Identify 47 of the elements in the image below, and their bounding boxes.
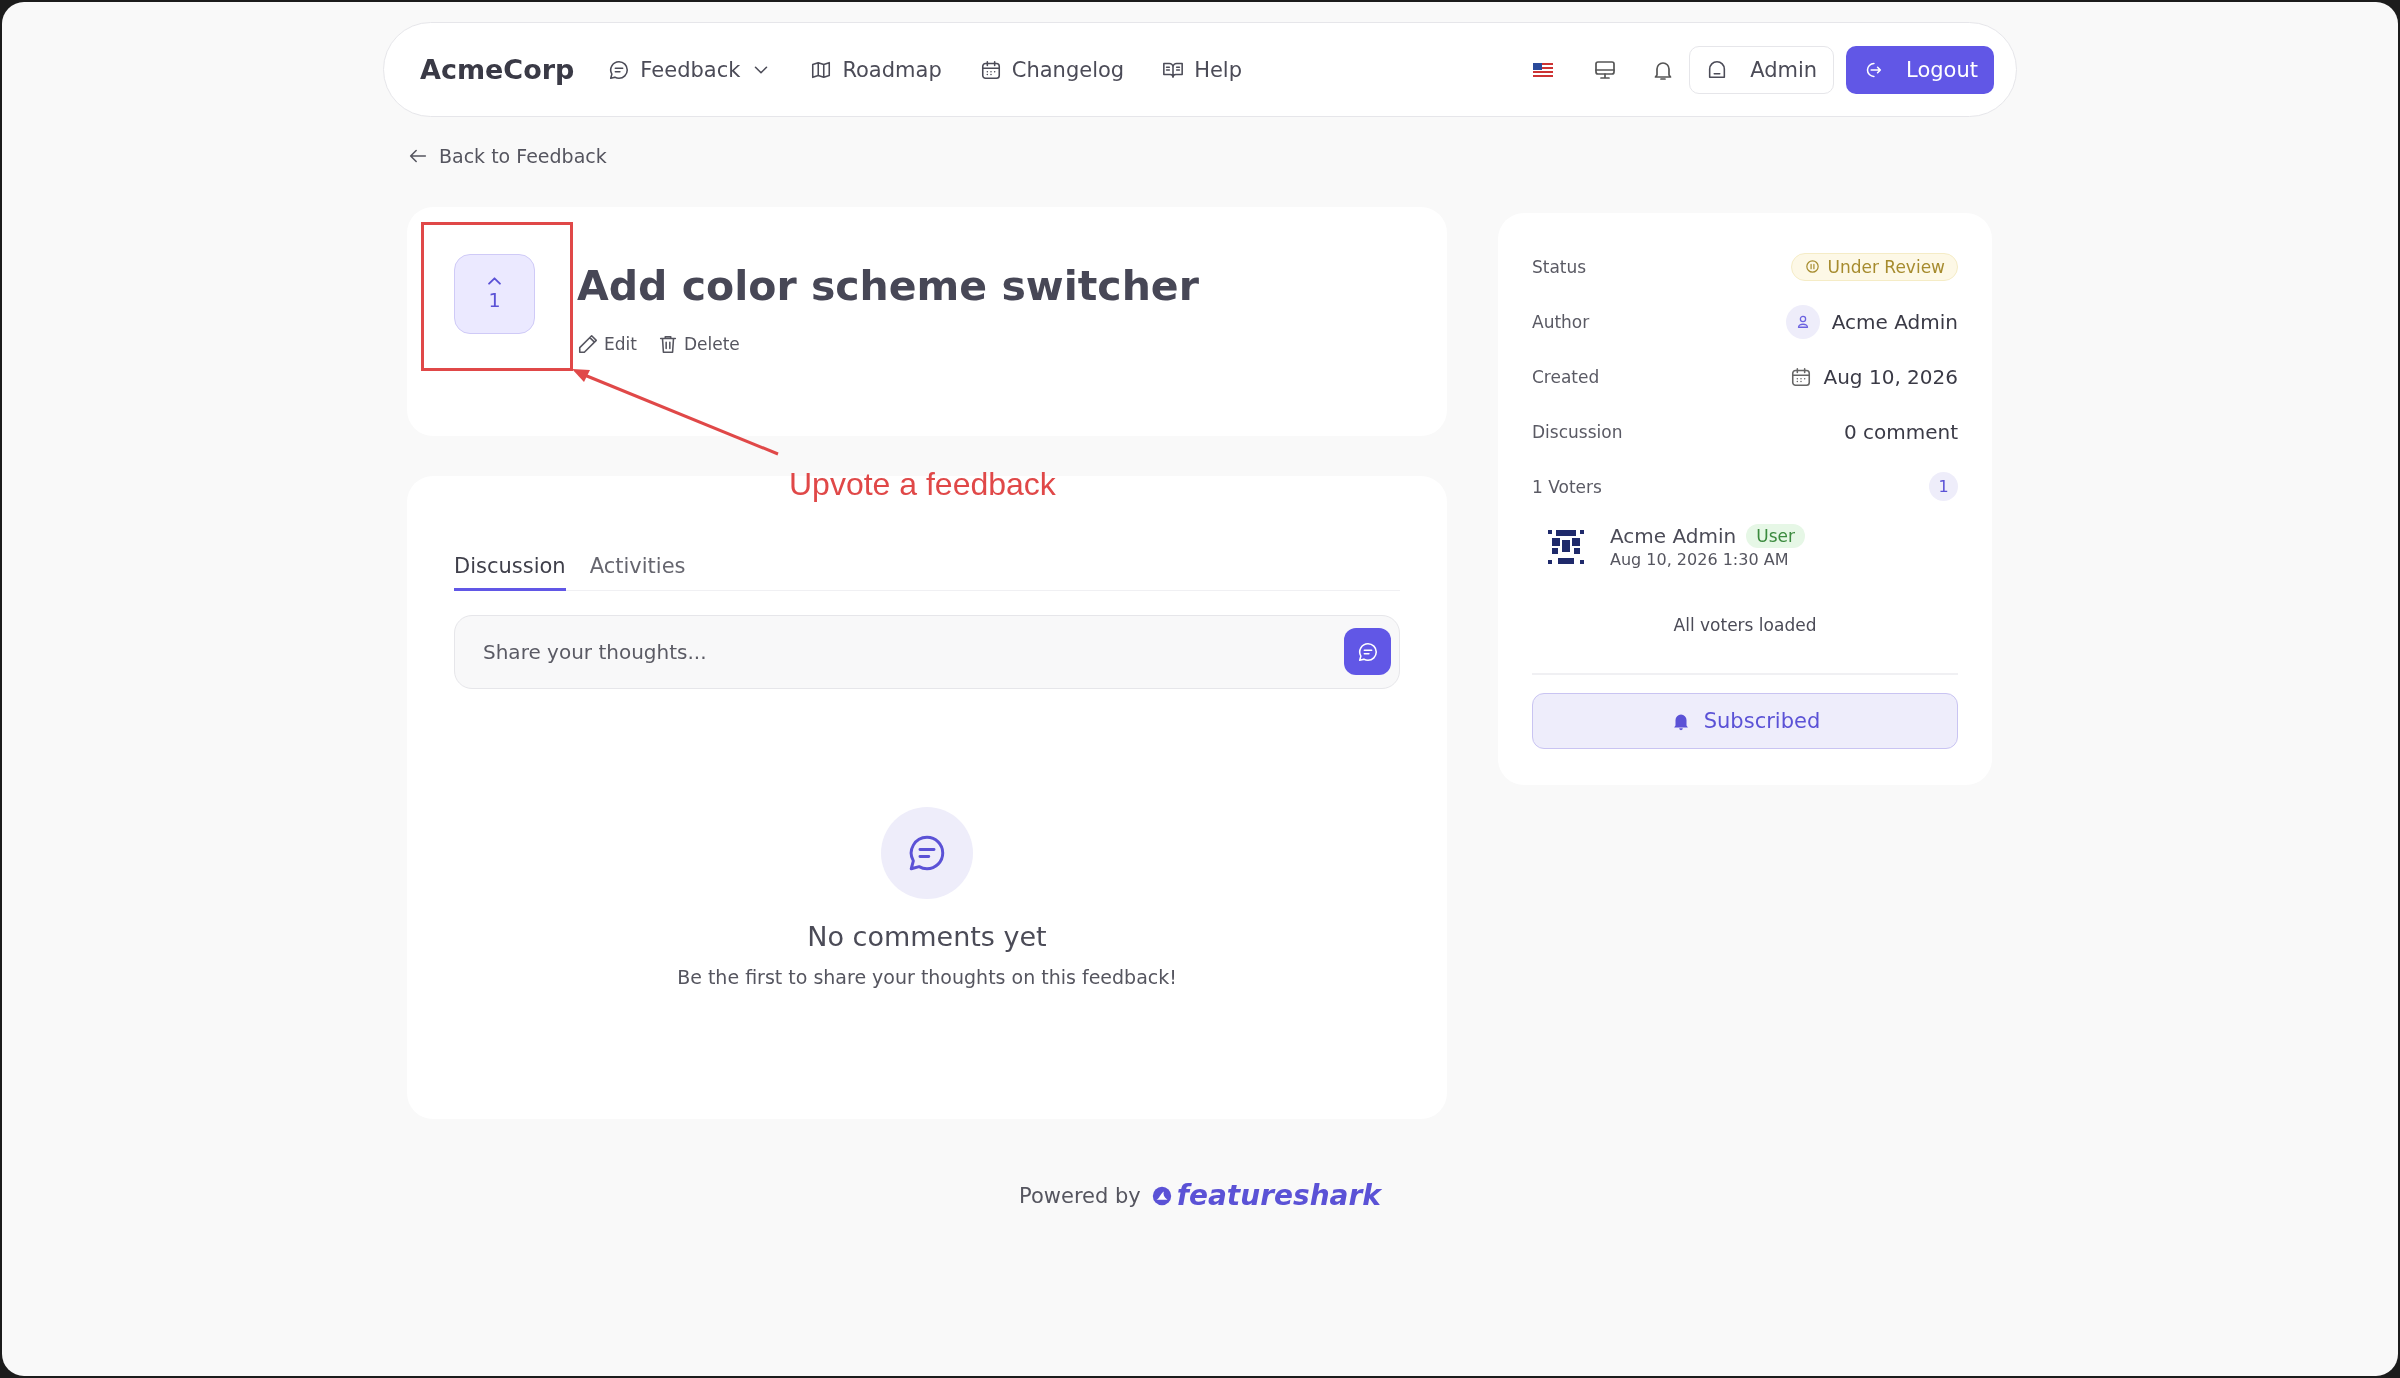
logout-button[interactable]: Logout [1846,45,1994,94]
pause-circle-icon [1804,258,1822,275]
detail-label: Status [1532,256,1587,277]
chevron-up-icon [488,277,501,285]
role-badge: User [1746,523,1805,548]
pencil-icon [577,333,599,356]
shark-fin-icon [1150,1184,1173,1207]
feedback-title: Add color scheme switcher [577,262,1199,312]
chat-bubble-icon [608,58,631,81]
detail-label: Created [1532,366,1600,387]
send-button[interactable] [1344,628,1391,675]
edit-button[interactable]: Edit [577,333,637,356]
tab[interactable]: Activities [589,554,686,591]
user-avatar-icon [1785,304,1820,339]
calendar-icon [1789,365,1812,388]
annotation-label: Upvote a feedback [789,466,1056,503]
nav-link[interactable]: Help [1162,57,1243,82]
delete-button[interactable]: Delete [656,333,740,356]
detail-label: Author [1532,311,1590,332]
empty-title: No comments yet [807,920,1047,952]
status-badge: Under Review [1791,252,1958,281]
comment-box[interactable]: Share your thoughts... [454,614,1400,689]
chat-bubble-icon [1356,640,1379,663]
detail-value: Acme Admin [1831,309,1958,334]
detail-value: Aug 10, 2026 [1823,364,1958,389]
user-button[interactable]: Admin [1689,45,1835,94]
subscribe-button[interactable]: Subscribed [1532,692,1958,749]
voters-label: 1 Voters [1532,476,1602,497]
powered-by-text: Powered by [1019,1183,1141,1208]
tab[interactable]: Discussion [454,554,566,591]
voter-name: Acme Admin [1610,523,1737,548]
vote-time: Aug 10, 2026 1:30 AM [1610,549,1790,569]
nav-link[interactable]: Roadmap [810,57,942,82]
comment-field[interactable]: Share your thoughts... [481,638,1344,665]
calendar-icon [979,58,1002,81]
empty-message: Be the first to share your thoughts on this feedback! [677,965,1177,988]
back-link[interactable]: Back to Feedback [407,137,1993,175]
nav-link[interactable]: Feedback [608,57,773,82]
voter-count: 1 [1929,472,1958,501]
detail-label: Discussion [1532,421,1623,442]
brand-logo[interactable]: AcmeCorp [420,54,575,85]
detail-value: 0 comment [1843,419,1958,444]
brand-link[interactable]: featureshark [1150,1179,1381,1212]
flag-icon[interactable] [1533,62,1554,77]
upvote-button[interactable]: 1 [454,254,535,334]
nav-link[interactable]: Changelog [979,57,1125,82]
voters-status: All voters loaded [1672,615,1818,635]
